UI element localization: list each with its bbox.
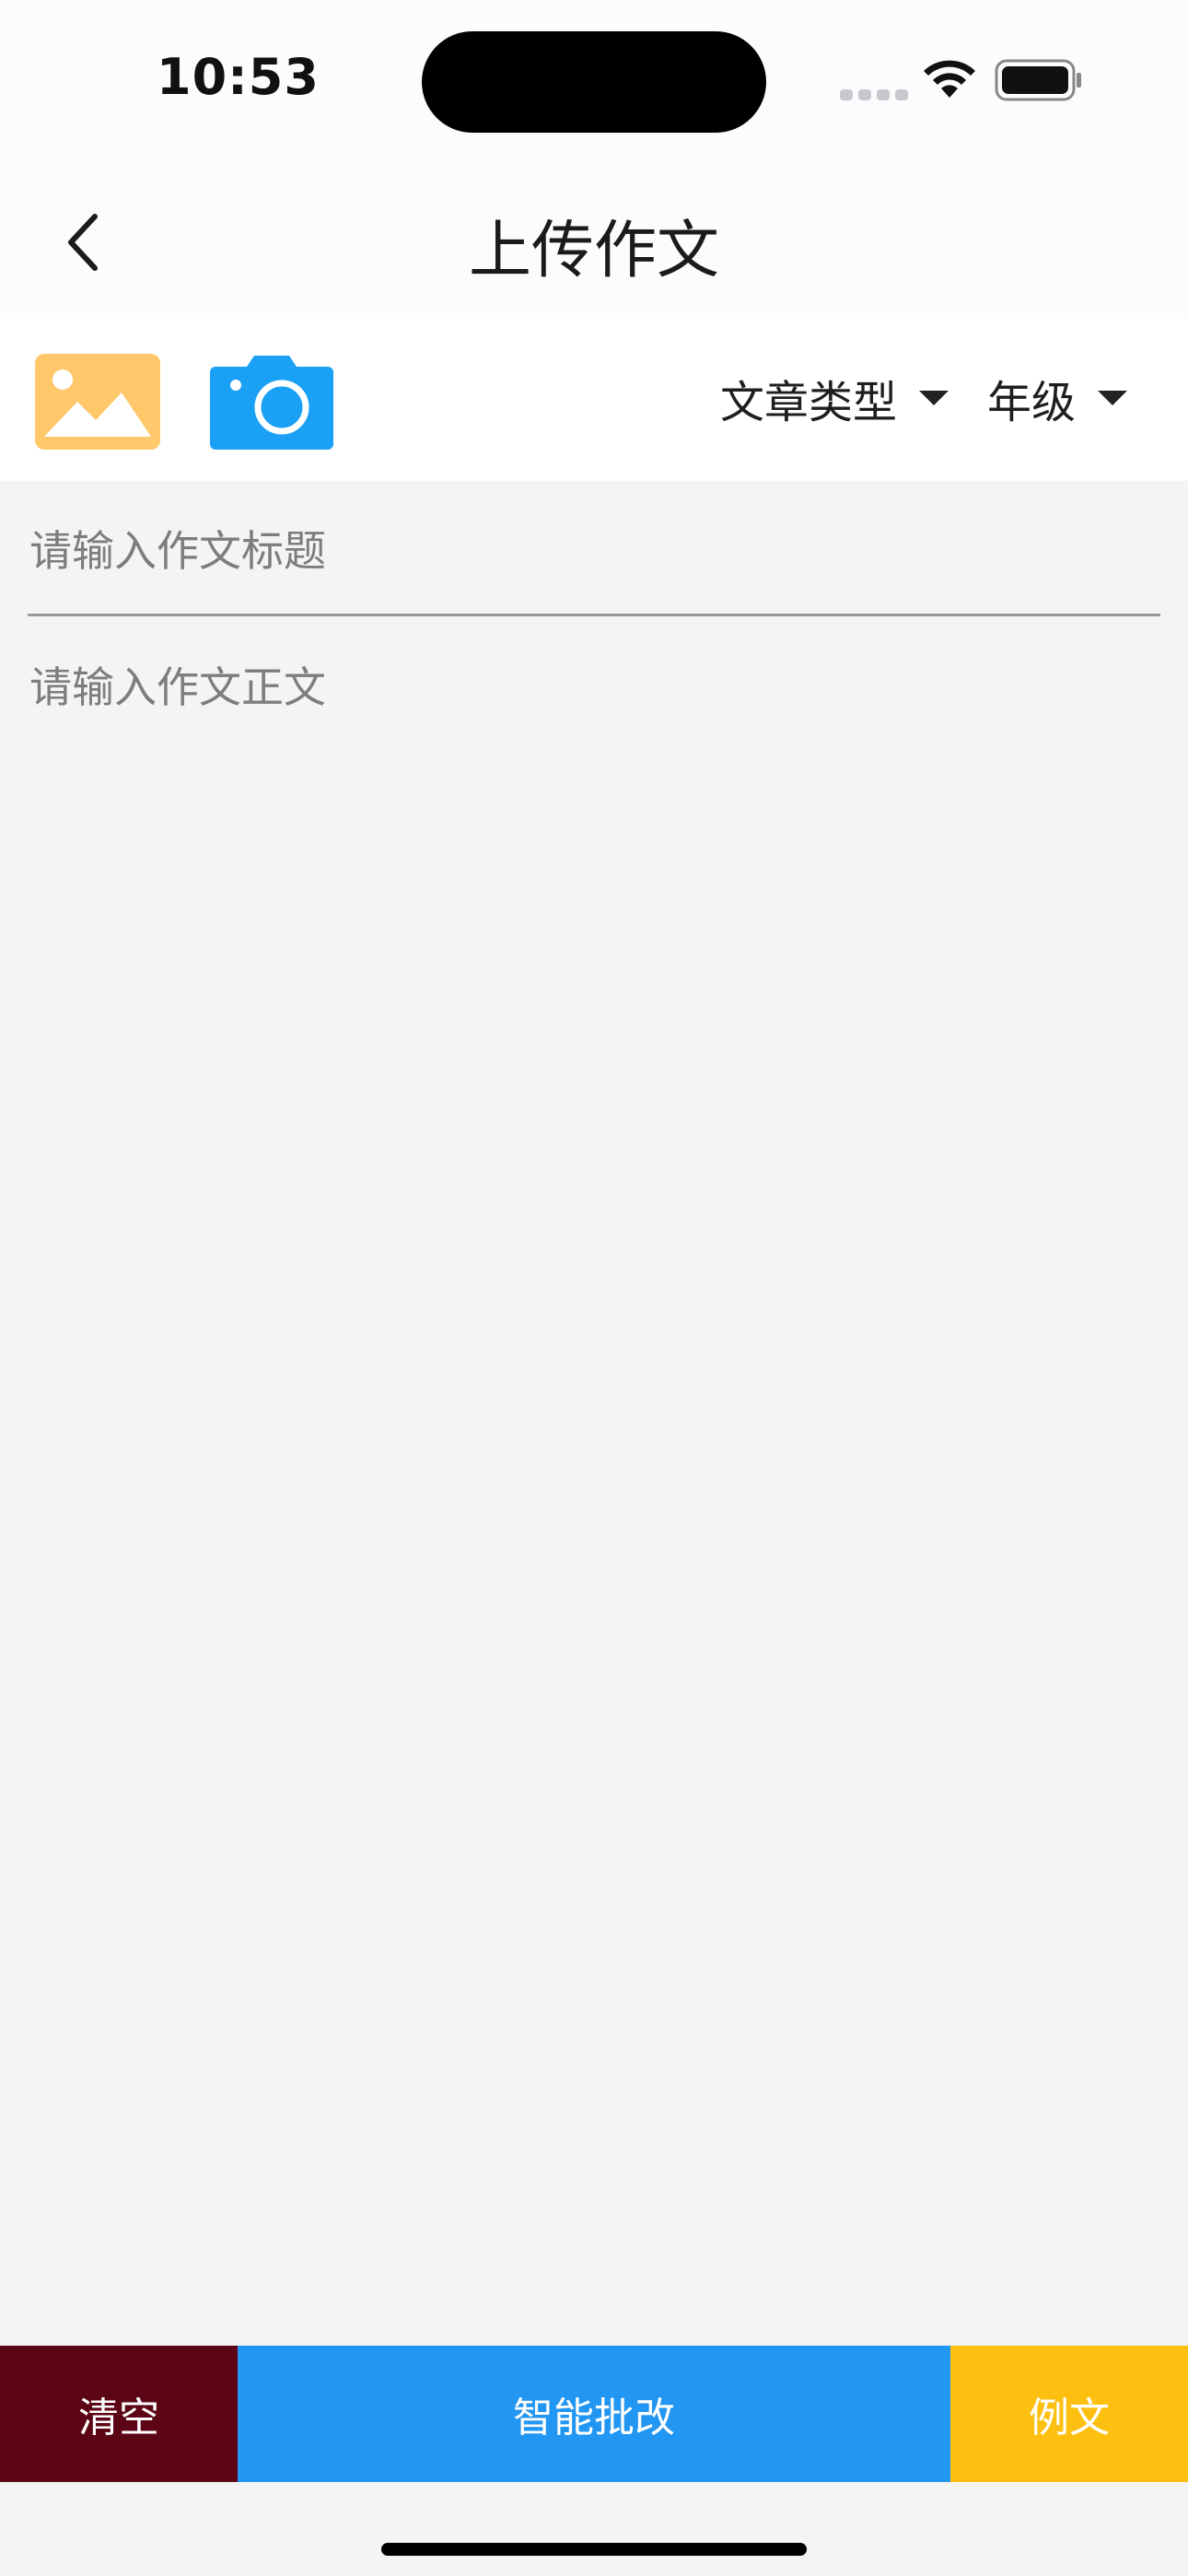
home-indicator[interactable]: [381, 2543, 807, 2556]
gallery-button[interactable]: [35, 354, 160, 453]
toolbar: 文章类型 年级: [0, 319, 1188, 481]
dynamic-island: [422, 31, 766, 133]
essay-title-input[interactable]: [29, 516, 1162, 586]
grade-dropdown[interactable]: 年级: [987, 369, 1128, 428]
wifi-icon: [924, 60, 975, 98]
image-gallery-icon: [35, 354, 160, 450]
header: 10:53 上传作文: [0, 0, 1188, 319]
article-type-dropdown[interactable]: 文章类型: [720, 369, 949, 428]
smart-grade-button[interactable]: 智能批改: [238, 2346, 950, 2482]
action-bar: 清空 智能批改 例文: [0, 2346, 1188, 2482]
caret-down-icon: [919, 391, 949, 405]
battery-icon: [995, 59, 1081, 101]
clear-button[interactable]: 清空: [0, 2346, 238, 2482]
status-time: 10:53: [157, 48, 320, 106]
article-type-label: 文章类型: [720, 377, 898, 428]
grade-label: 年级: [987, 377, 1077, 428]
caret-down-icon: [1098, 391, 1128, 405]
essay-body-input[interactable]: [29, 650, 1162, 2309]
camera-icon: [210, 356, 333, 450]
signal-icon: [840, 87, 914, 104]
camera-button[interactable]: [210, 354, 333, 453]
upload-essay-screen: 10:53 上传作文 文章类型 年级 请输入作文标题 请输入作文正文 清空 智能…: [0, 0, 1188, 2576]
sample-essay-button[interactable]: 例文: [950, 2346, 1188, 2482]
page-title: 上传作文: [468, 215, 719, 287]
title-divider: [28, 614, 1160, 616]
